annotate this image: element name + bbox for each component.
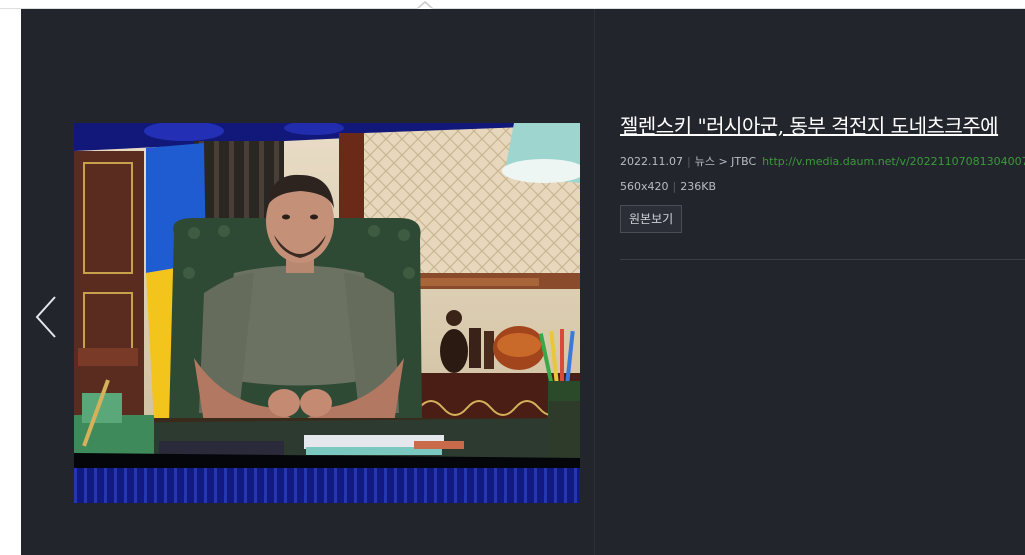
meta-separator: |: [686, 155, 691, 168]
image-properties: 560x420 | 236KB: [620, 179, 1025, 195]
viewer-divider: [594, 9, 595, 555]
article-date: 2022.11.07: [620, 155, 683, 168]
breadcrumb-separator: >: [718, 155, 728, 168]
article-source: JTBC: [731, 155, 757, 168]
image-filesize: 236KB: [680, 180, 716, 193]
view-original-button[interactable]: 원본보기: [620, 205, 683, 233]
article-title-link[interactable]: 젤렌스키 "러시아군, 동부 격전지 도네츠크주에: [620, 112, 1025, 140]
image-info-panel: 젤렌스키 "러시아군, 동부 격전지 도네츠크주에 2022.11.07 | 뉴스 …: [620, 112, 1025, 233]
info-divider: [620, 259, 1025, 260]
photo-illustration: [74, 123, 580, 503]
article-category: 뉴스: [694, 155, 715, 168]
image-dimensions: 560x420: [620, 180, 669, 193]
article-url-link[interactable]: http://v.media.daum.net/v/20221107081304…: [762, 155, 1025, 168]
meta-separator: |: [672, 180, 677, 193]
top-bar: [0, 0, 1025, 9]
prev-image-button[interactable]: [28, 290, 62, 344]
news-photo[interactable]: [74, 123, 580, 503]
article-meta: 2022.11.07 | 뉴스 > JTBC http://v.media.daum.…: [620, 154, 1025, 170]
chevron-left-icon: [35, 296, 56, 338]
